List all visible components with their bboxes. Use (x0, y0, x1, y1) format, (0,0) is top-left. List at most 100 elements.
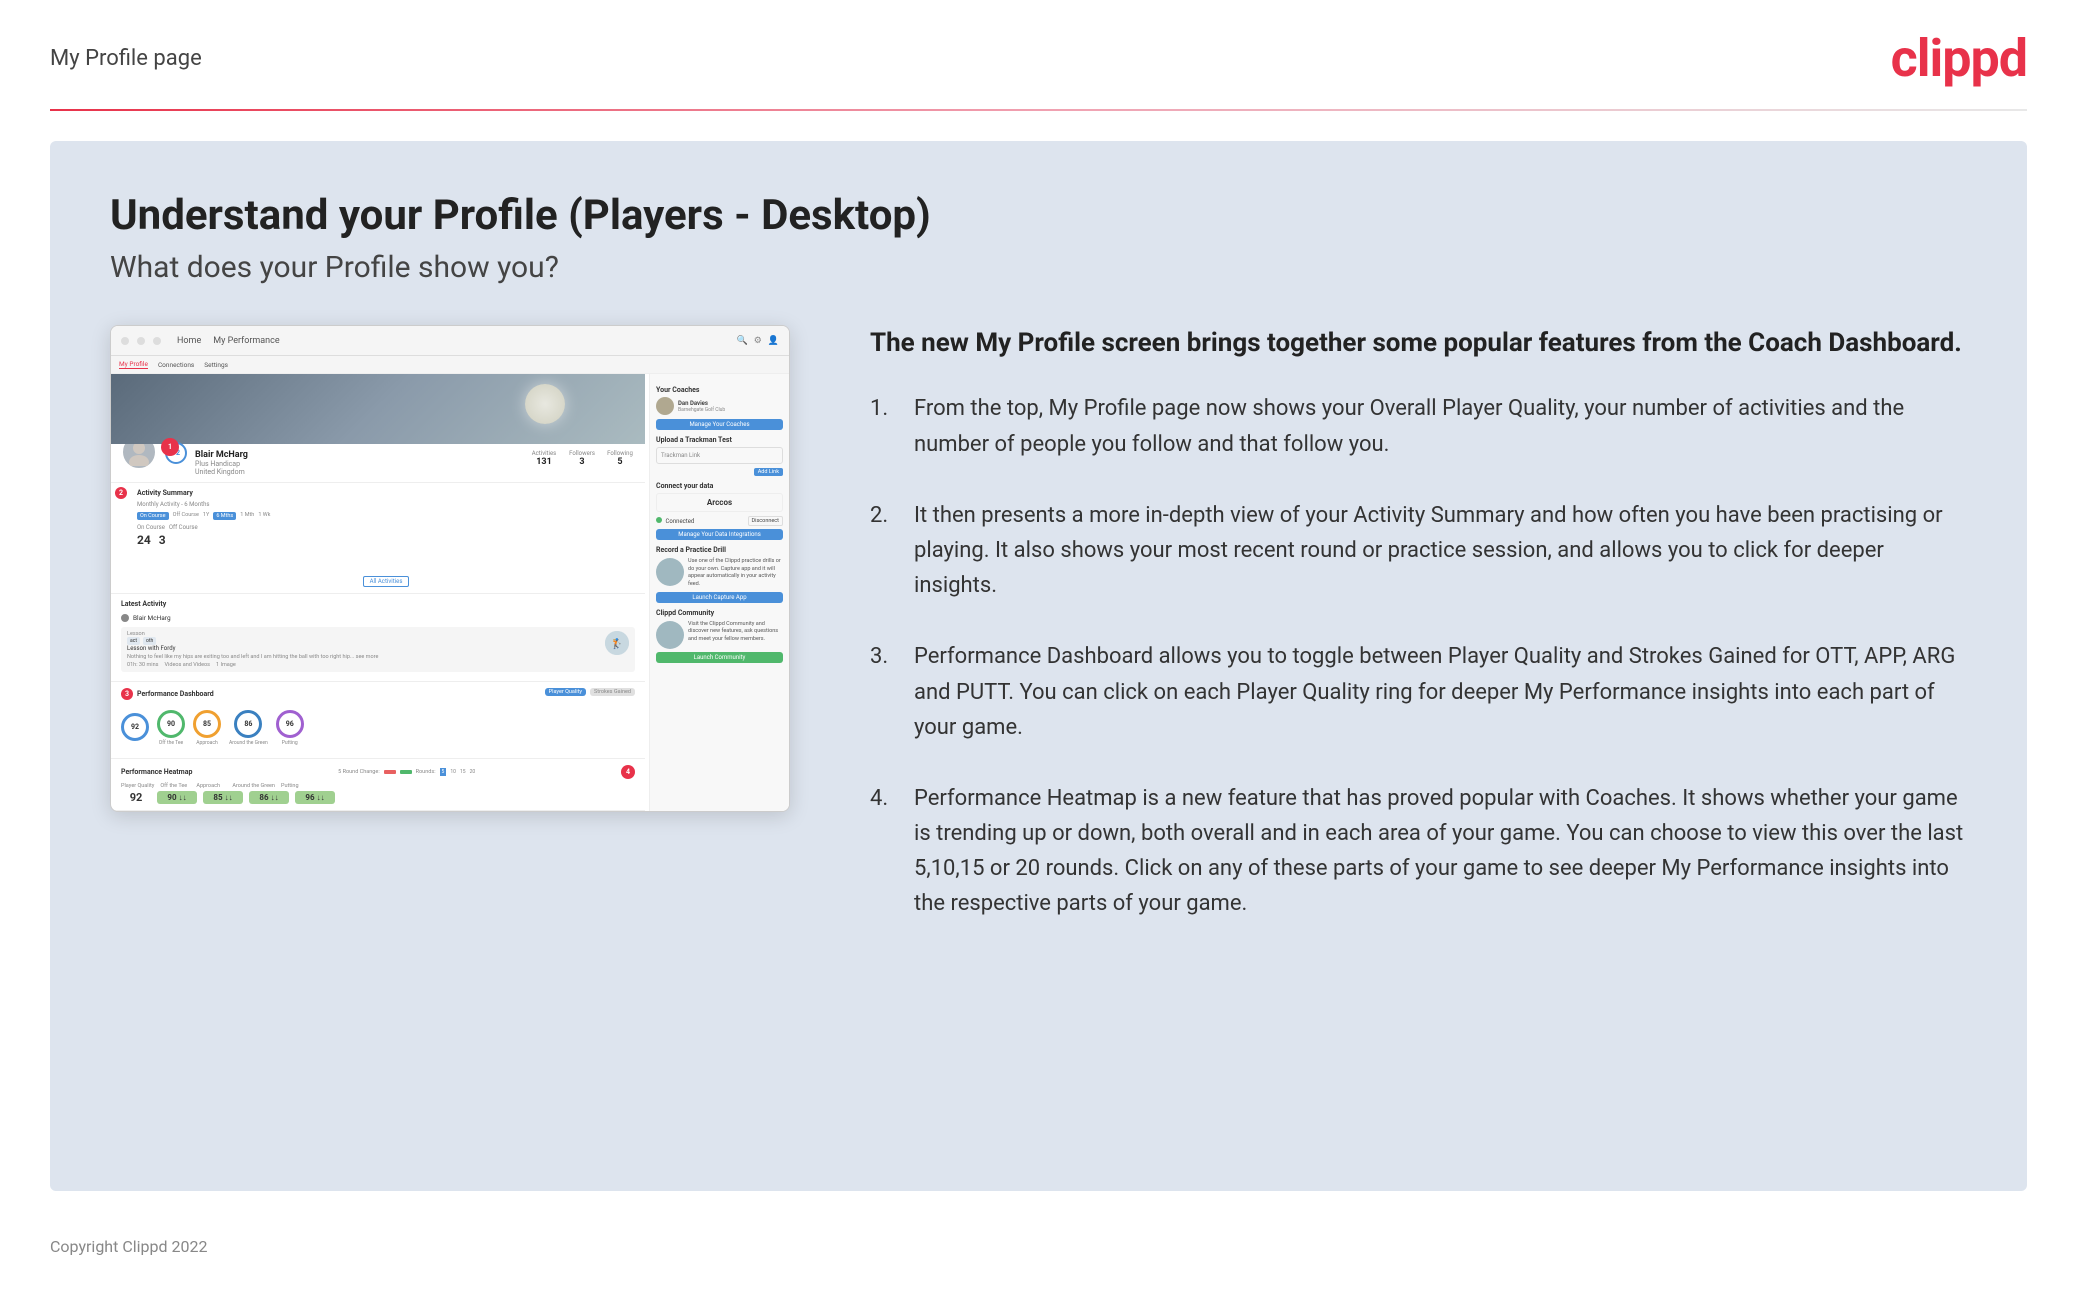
heatmap-col-around: Around the Green (232, 783, 275, 789)
feature-list: From the top, My Profile page now shows … (870, 391, 1967, 921)
trackman-btn-row: Add Link (656, 468, 783, 476)
coach-club: Barnehgate Golf Club (678, 407, 725, 413)
badge-number-1: 1 (161, 438, 179, 456)
filter-on-course[interactable]: On Course (137, 512, 169, 520)
heatmap-10[interactable]: 10 (450, 769, 456, 775)
connect-status-text: Connected (666, 518, 695, 525)
filter-off-course[interactable]: Off Course (173, 512, 199, 520)
badge-4: 4 (621, 765, 635, 779)
lesson-tags: act oth (127, 637, 378, 645)
ring-around-green[interactable]: 86 Around the Green (229, 710, 268, 746)
settings-icon[interactable]: ⚙ (754, 336, 762, 346)
filter-row: On Course Off Course 1Y 6 Mths 1 Mth 1 W… (137, 512, 635, 520)
filter-1m[interactable]: 1 Mth (240, 512, 254, 520)
browser-nav: Home My Performance (177, 336, 280, 346)
ring-approach[interactable]: 85 Approach (193, 710, 221, 746)
heatmap-cell-off-tee[interactable]: 90 ↓↓ (157, 791, 197, 804)
perf-rings-row: 92 90 Off the Tee 85 Ap (121, 704, 635, 752)
lesson-meta-text: Nothing to feel like my hips are exiting… (127, 654, 378, 660)
toggle-player-quality[interactable]: Player Quality (545, 688, 586, 696)
copyright: Copyright Clippd 2022 (50, 1237, 207, 1256)
trackman-input[interactable]: Trackman Link (656, 447, 783, 464)
filter-6m[interactable]: 6 Mths (213, 512, 236, 520)
lesson-videos: Videos and Videos (165, 662, 211, 668)
drill-image (656, 558, 684, 586)
ring-off-tee-label: Off the Tee (157, 740, 185, 746)
ring-off-tee[interactable]: 90 Off the Tee (157, 710, 185, 746)
heatmap-cell-approach[interactable]: 85 ↓↓ (203, 791, 243, 804)
following-stat: Following 5 (605, 450, 635, 467)
lesson-card[interactable]: Lesson act oth Lesson with Fordy Nothing… (121, 627, 635, 672)
disconnect-btn[interactable]: Disconnect (748, 516, 783, 526)
connected-dot (656, 517, 662, 523)
feature-text-4: Performance Heatmap is a new feature tha… (914, 781, 1967, 922)
trackman-add-btn[interactable]: Add Link (754, 468, 783, 476)
launch-capture-btn[interactable]: Launch Capture App (656, 592, 783, 603)
feature-text-3: Performance Dashboard allows you to togg… (914, 639, 1967, 745)
community-card: Visit the Clippd Community and discover … (656, 621, 783, 649)
browser-chrome: Home My Performance 🔍 ⚙ 👤 (111, 326, 789, 356)
mockup-subnav: My Profile Connections Settings (111, 356, 789, 374)
profile-info-row: 1 92 Blair McHarg Plus Handicap United K… (111, 444, 645, 483)
coach-info: Dan Davies Barnehgate Golf Club (678, 400, 725, 413)
heatmap-title: Performance Heatmap (121, 768, 192, 776)
heatmap-change-label: 5 Round Change: (338, 769, 380, 775)
ring-overall[interactable]: 92 (121, 713, 149, 743)
activities-value: 131 (529, 457, 559, 467)
manage-integrations-btn[interactable]: Manage Your Data Integrations (656, 529, 783, 540)
filter-1w[interactable]: 1 Wk (258, 512, 270, 520)
heatmap-controls: 5 Round Change: Rounds: 5 10 15 20 (338, 768, 475, 776)
heatmap-15[interactable]: 15 (460, 769, 466, 775)
perf-header: 3 Performance Dashboard Player Quality S… (121, 688, 635, 700)
subnav-settings[interactable]: Settings (204, 361, 228, 369)
subnav-my-profile[interactable]: My Profile (119, 360, 148, 369)
tag-1: act (127, 637, 140, 645)
main-content: Understand your Profile (Players - Deskt… (50, 141, 2027, 1191)
subnav-connections[interactable]: Connections (158, 361, 194, 369)
screenshot-mockup: Home My Performance 🔍 ⚙ 👤 My Profile Con… (110, 325, 790, 812)
heatmap-col-player-quality: Player Quality (121, 783, 154, 789)
browser-frame: Home My Performance 🔍 ⚙ 👤 My Profile Con… (110, 325, 790, 812)
heatmap-cell-around[interactable]: 86 ↓↓ (249, 791, 289, 804)
search-icon[interactable]: 🔍 (736, 336, 747, 346)
off-course-label: Off Course (169, 524, 198, 531)
page-subheading: What does your Profile show you? (110, 250, 1967, 285)
following-label: Following (605, 450, 635, 457)
ring-putting[interactable]: 96 Putting (276, 710, 304, 746)
on-off-values: 24 3 (137, 533, 198, 547)
heatmap-20[interactable]: 20 (470, 769, 476, 775)
coach-name: Dan Davies (678, 400, 725, 407)
filter-1y[interactable]: 1Y (203, 512, 209, 520)
perf-toggle: Player Quality Strokes Gained (545, 688, 635, 696)
toggle-strokes-gained[interactable]: Strokes Gained (590, 688, 635, 696)
heatmap-5[interactable]: 5 (440, 768, 447, 776)
heatmap-title-row: Performance Heatmap (121, 768, 192, 776)
ring-approach-circle: 85 (193, 710, 221, 738)
followers-label: Followers (567, 450, 597, 457)
page-title: My Profile page (50, 46, 202, 71)
content-col: The new My Profile screen brings togethe… (870, 325, 1967, 958)
trackman-placeholder: Trackman Link (661, 452, 700, 459)
svg-text:🏌: 🏌 (611, 637, 623, 650)
drill-description: Use one of the Clippd practice drills or… (688, 558, 783, 589)
manage-coaches-btn[interactable]: Manage Your Coaches (656, 419, 783, 430)
mockup-two-col: 1 92 Blair McHarg Plus Handicap United K… (111, 374, 789, 811)
community-section-label: Clippd Community (656, 609, 783, 617)
followers-value: 3 (567, 457, 597, 467)
user-icon[interactable]: 👤 (768, 336, 779, 346)
ring-off-tee-circle: 90 (157, 710, 185, 738)
profile-country: United Kingdom (195, 468, 521, 476)
activity-section: 2 Activity Summary Monthly Activity - 6 … (111, 483, 645, 594)
chart-area: On Course Off Course 24 3 (137, 524, 635, 564)
nav-home[interactable]: Home (177, 336, 201, 346)
launch-community-btn[interactable]: Launch Community (656, 652, 783, 663)
followers-stat: Followers 3 (567, 450, 597, 467)
heatmap-indicator-green (400, 770, 412, 774)
perf-title-row: 3 Performance Dashboard (121, 688, 214, 700)
heatmap-cell-putting[interactable]: 96 ↓↓ (295, 791, 335, 804)
mockup-right-panel: Your Coaches Dan Davies Barnehgate Golf … (649, 374, 789, 811)
connect-status: Connected (656, 517, 694, 525)
nav-my-performance[interactable]: My Performance (213, 336, 279, 346)
coach-card: Dan Davies Barnehgate Golf Club (656, 397, 783, 415)
all-activities-btn[interactable]: All Activities (137, 568, 635, 587)
